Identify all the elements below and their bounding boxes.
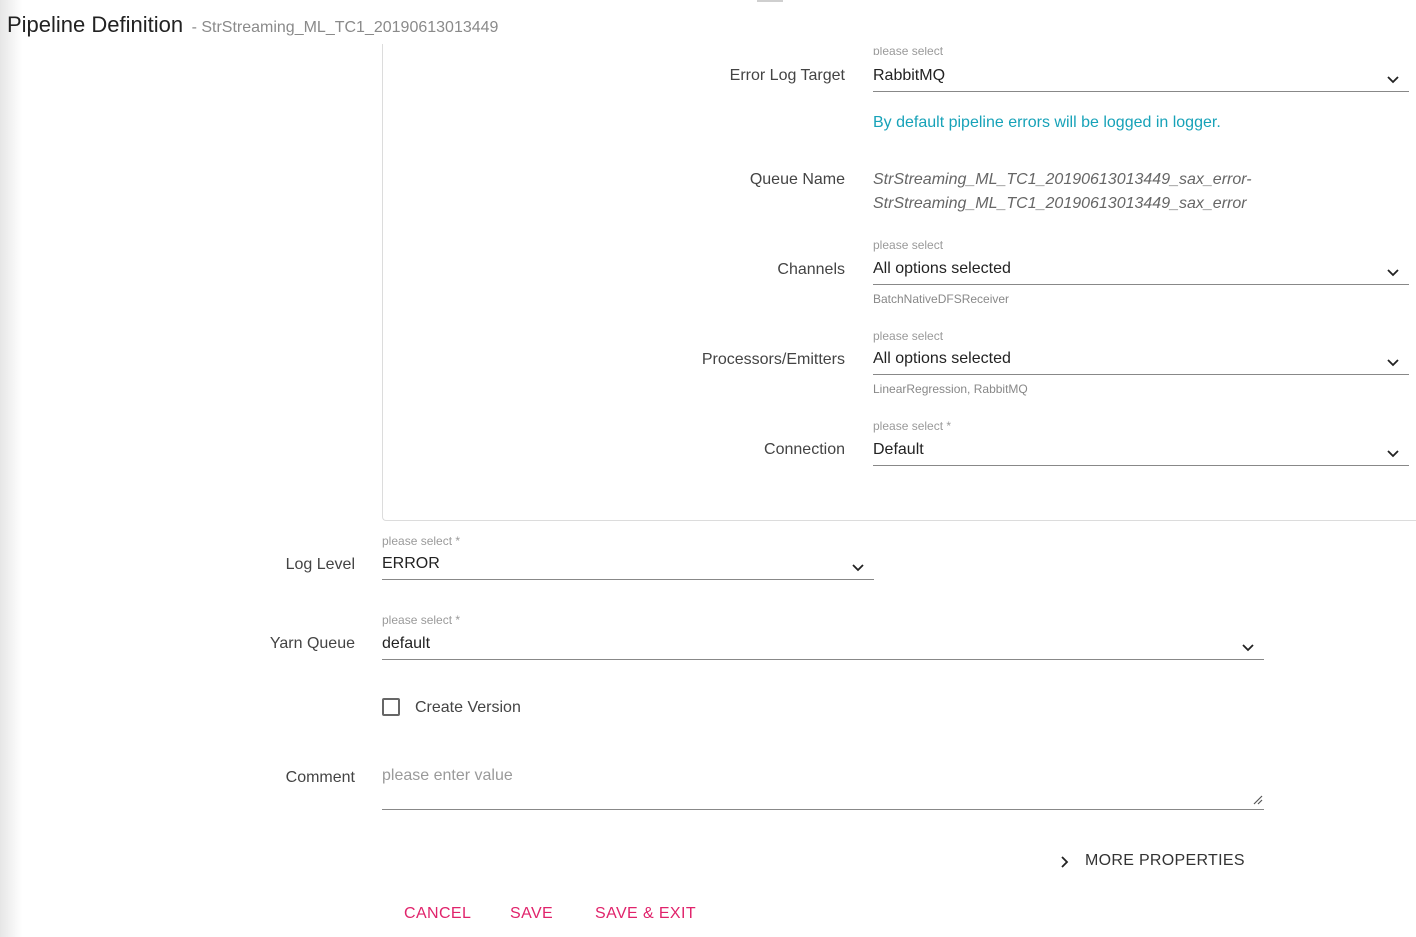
queue-name-line-1: StrStreaming_ML_TC1_20190613013449_sax_e… — [873, 171, 1252, 188]
chevron-down-icon — [1387, 450, 1399, 458]
processors-select[interactable]: All options selected — [873, 349, 1409, 375]
chevron-down-icon — [1242, 644, 1254, 652]
chevron-down-icon — [1387, 269, 1399, 277]
chevron-down-icon — [1387, 76, 1399, 84]
channels-selected-list: BatchNativeDFSReceiver — [873, 292, 1010, 306]
save-exit-button[interactable]: SAVE & EXIT — [595, 905, 696, 923]
more-properties-label: MORE PROPERTIES — [1085, 852, 1245, 869]
create-version-label[interactable]: Create Version — [415, 699, 521, 717]
error-log-target-value: RabbitMQ — [873, 67, 946, 84]
error-log-target-label: Error Log Target — [729, 67, 845, 84]
yarn-queue-label: Yarn Queue — [269, 635, 355, 652]
cancel-button[interactable]: CANCEL — [404, 905, 471, 923]
log-level-value: ERROR — [382, 555, 440, 572]
comment-placeholder: please enter value — [382, 767, 513, 784]
log-level-select[interactable]: ERROR — [382, 554, 874, 580]
comment-textarea[interactable]: please enter value — [382, 760, 1264, 810]
processors-label: Processors/Emitters — [701, 351, 845, 368]
chevron-down-icon — [852, 564, 864, 572]
error-log-info-text: By default pipeline errors will be logge… — [873, 114, 1221, 131]
comment-label: Comment — [285, 769, 355, 786]
save-button[interactable]: SAVE — [510, 905, 553, 923]
left-edge-shadow — [0, 0, 22, 937]
processors-value: All options selected — [873, 350, 1011, 367]
connection-select[interactable]: Default — [873, 440, 1409, 466]
resize-handle-icon[interactable] — [1251, 793, 1263, 805]
yarn-queue-select[interactable]: default — [382, 634, 1264, 660]
error-log-target-hint: please select — [873, 47, 944, 55]
pipeline-name: - StrStreaming_ML_TC1_20190613013449 — [191, 19, 499, 36]
connection-hint: please select * — [873, 419, 952, 433]
chevron-right-icon — [1061, 856, 1069, 868]
queue-name-label: Queue Name — [749, 171, 845, 188]
channels-select[interactable]: All options selected — [873, 259, 1409, 285]
connection-value: Default — [873, 441, 924, 458]
channels-value: All options selected — [873, 260, 1011, 277]
top-divider-mark — [757, 0, 783, 2]
log-level-label: Log Level — [285, 556, 355, 573]
processors-hint: please select — [873, 329, 944, 343]
queue-name-value: StrStreaming_ML_TC1_20190613013449_sax_e… — [873, 168, 1252, 216]
channels-label: Channels — [777, 261, 845, 278]
error-log-target-select[interactable]: RabbitMQ — [873, 66, 1409, 92]
log-level-hint: please select * — [382, 534, 461, 548]
connection-label: Connection — [764, 441, 845, 458]
chevron-down-icon — [1387, 359, 1399, 367]
create-version-checkbox[interactable] — [382, 698, 400, 716]
yarn-queue-hint: please select * — [382, 613, 461, 627]
page-title: Pipeline Definition — [7, 12, 184, 37]
page-header: Pipeline Definition - StrStreaming_ML_TC… — [7, 12, 498, 38]
processors-selected-list: LinearRegression, RabbitMQ — [873, 382, 1028, 396]
channels-hint: please select — [873, 238, 944, 252]
yarn-queue-value: default — [382, 635, 431, 652]
queue-name-line-2: StrStreaming_ML_TC1_20190613013449_sax_e… — [873, 195, 1247, 212]
